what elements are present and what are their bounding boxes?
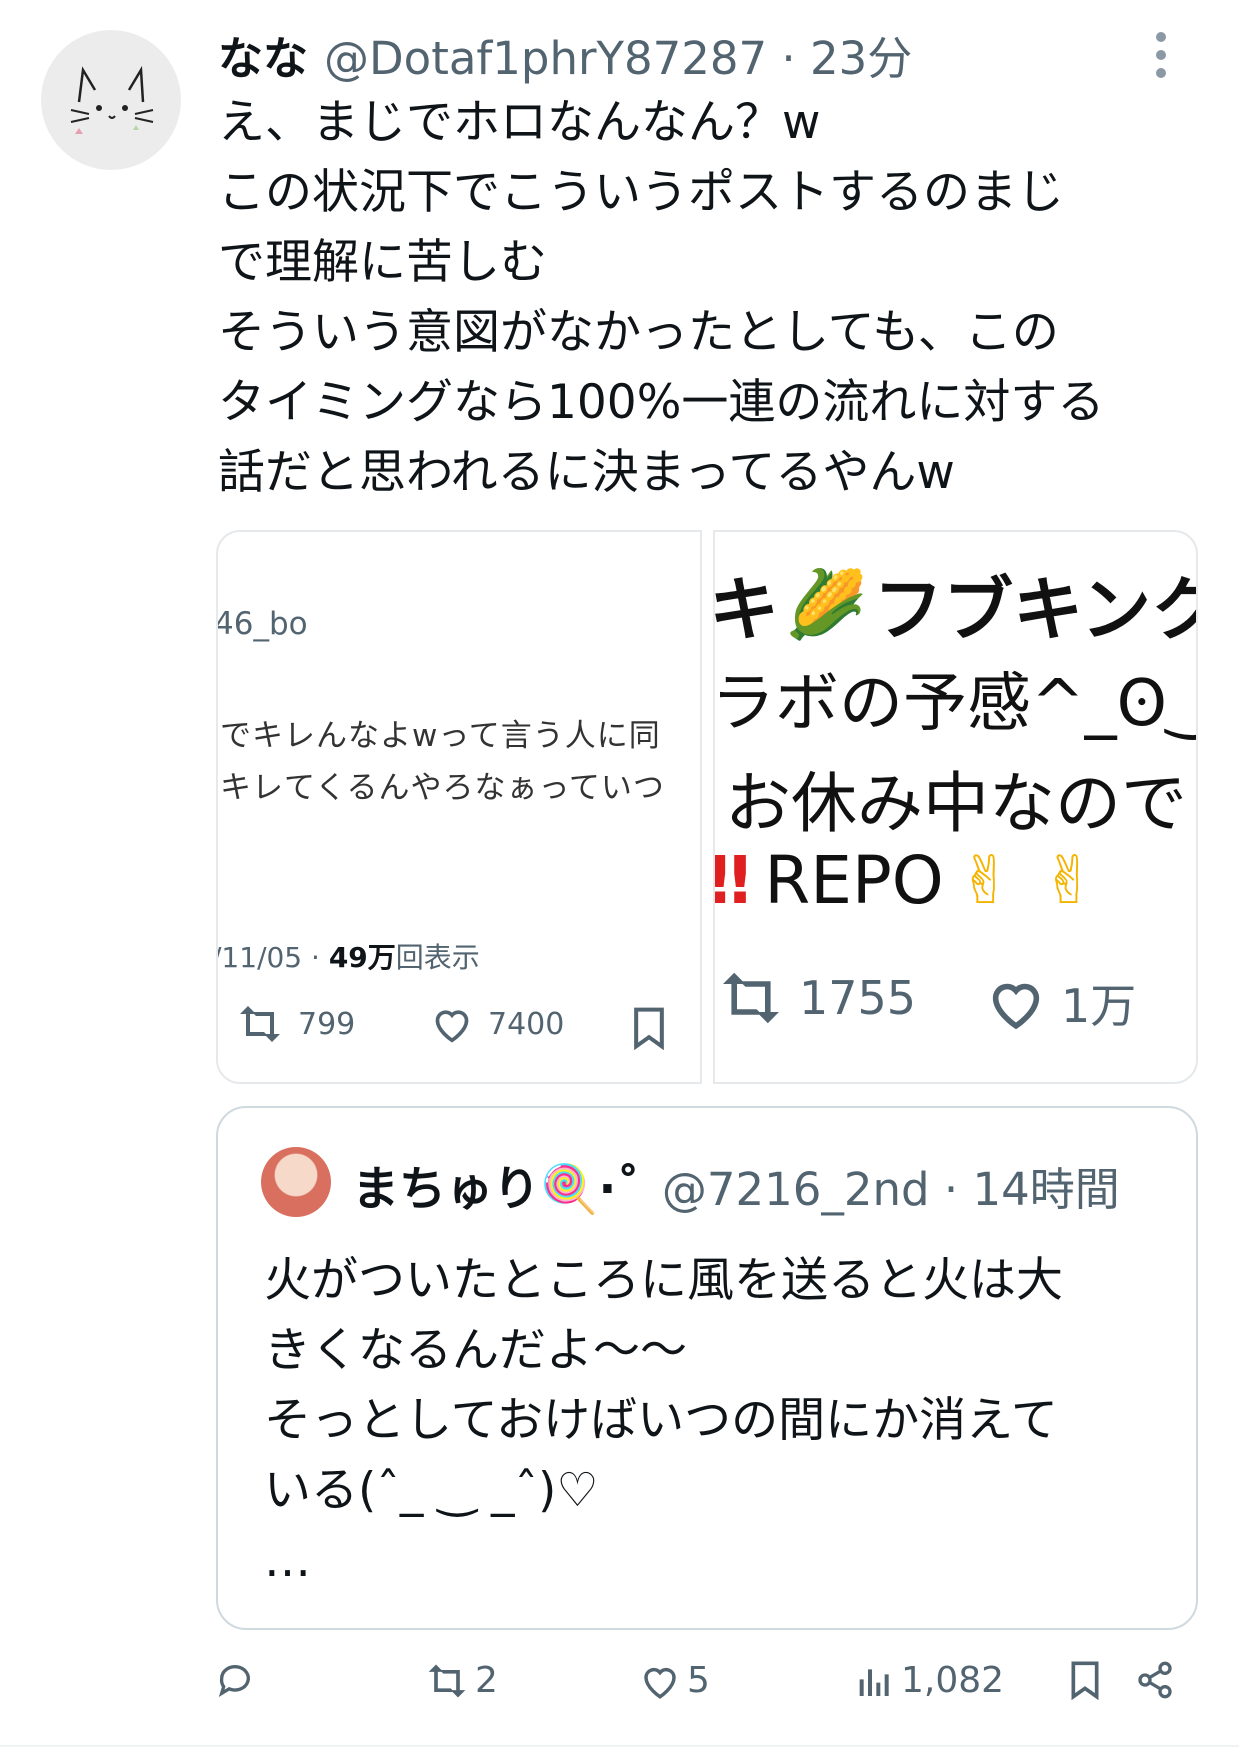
attached-image-right[interactable]: キ 🌽 フブキンク ラボの予感^_ʘ‿ʘ お休み中なので ‼ REPO ✌ ✌ …	[713, 530, 1198, 1084]
heart-icon	[992, 983, 1040, 1030]
share-button[interactable]	[1135, 1660, 1181, 1700]
quote-avatar[interactable]	[261, 1147, 331, 1217]
attached-image-left[interactable]: 46_bo でキレんなよwって言う人に同 キレてくるんやろなぁっていつ /11/…	[216, 530, 702, 1084]
repost-count: 2	[475, 1660, 498, 1701]
corn-icon: 🌽	[785, 565, 868, 643]
cat-avatar-icon	[70, 65, 154, 134]
bookmark-icon	[1071, 1661, 1099, 1700]
more-icon[interactable]	[1153, 32, 1169, 82]
bookmark-button[interactable]	[1067, 1660, 1109, 1700]
image-text-line: キ 🌽 フブキンク	[713, 565, 1198, 652]
reply-button[interactable]	[215, 1660, 261, 1700]
double-exclamation-icon: ‼	[713, 842, 751, 919]
display-name[interactable]: なな	[218, 22, 308, 87]
quote-text: 火がついたところに風を送ると火は大 きくなるんだよ〜〜 そっとしておけばいつの間…	[264, 1253, 1063, 1588]
peace-icon: ✌	[957, 842, 1014, 919]
views-button[interactable]: 1,082	[855, 1660, 1004, 1701]
views-count: 1,082	[901, 1660, 1005, 1701]
peace-icon: ✌	[1041, 842, 1097, 919]
image-handle-fragment: 46_bo	[216, 606, 308, 642]
image-text-line: キレてくるんやろなぁっていつ	[220, 770, 665, 806]
image-meta-views-label: 回表示	[395, 941, 480, 974]
reply-icon	[218, 1665, 250, 1697]
quote-display-name[interactable]: まちゅり🍭·˚	[352, 1150, 640, 1219]
bottom-divider	[0, 1745, 1239, 1747]
image-meta-views-num: 49万	[328, 941, 396, 974]
post-text: え、まじでホロなんなん？w この状況下でこういうポストするのまじ で理解に苦しむ…	[218, 95, 1105, 500]
image-meta-date: /11/05 ·	[216, 941, 329, 974]
repost-icon	[240, 1006, 280, 1042]
like-button[interactable]: 5	[639, 1660, 710, 1701]
image-text-line: でキレんなよwって言う人に同	[220, 718, 661, 754]
repost-icon	[723, 972, 779, 1024]
post-header: なな @Dotaf1phrY87287 · 23分	[218, 22, 912, 86]
image-stat-retweets: 799	[236, 1004, 355, 1044]
repost-icon	[428, 1664, 466, 1697]
image-text-line: お休み中なので	[725, 765, 1187, 842]
avatar[interactable]	[41, 30, 181, 170]
quote-header: まちゅり🍭·˚ @7216_2nd · 14時間	[352, 1150, 1120, 1219]
quote-handle-and-time[interactable]: @7216_2nd · 14時間	[662, 1153, 1120, 1218]
share-icon	[1138, 1661, 1172, 1699]
handle-and-time[interactable]: @Dotaf1phrY87287 · 23分	[324, 22, 912, 87]
image-stat-likes: 1万	[985, 970, 1136, 1036]
image-text-line: ラボの予感^_ʘ‿ʘ	[713, 667, 1196, 741]
image-stat-retweets: 1755	[717, 970, 916, 1026]
image-meta: /11/05 · 49万回表示	[216, 936, 480, 976]
image-bookmark-icon	[630, 1006, 668, 1054]
action-bar: 2 5 1,082	[215, 1660, 1175, 1710]
repost-button[interactable]: 2	[425, 1660, 498, 1701]
image-stat-likes: 7400	[430, 1004, 564, 1044]
quoted-post[interactable]: まちゅり🍭·˚ @7216_2nd · 14時間 火がついたところに風を送ると火…	[216, 1106, 1198, 1630]
views-icon	[859, 1668, 889, 1696]
like-icon	[644, 1667, 676, 1699]
heart-icon	[435, 1010, 469, 1043]
image-text-line: ‼ REPO ✌ ✌	[713, 842, 1097, 919]
like-count: 5	[687, 1660, 710, 1701]
